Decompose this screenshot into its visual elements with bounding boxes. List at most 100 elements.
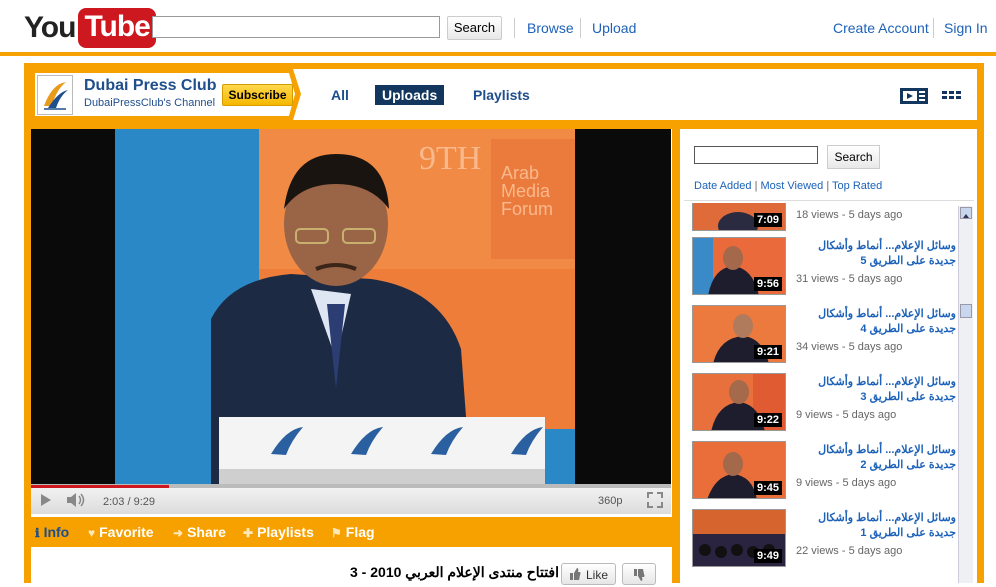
share-tab[interactable]: ➜ Share — [173, 524, 226, 540]
channel-logo-icon[interactable] — [37, 75, 73, 115]
item-title[interactable]: وسائل الإعلام... أنماط وأشكال جديدة على … — [796, 375, 956, 405]
channel-search-input[interactable] — [694, 146, 818, 164]
flag-icon: ⚑ — [331, 526, 342, 540]
video-thumbnail[interactable]: 9:49 — [692, 509, 786, 567]
upload-link[interactable]: Upload — [592, 20, 636, 36]
duration-badge: 9:21 — [753, 345, 782, 359]
item-meta: 34 views - 5 days ago — [796, 341, 903, 353]
favorite-label: Favorite — [99, 524, 154, 540]
item-meta: 18 views - 5 days ago — [796, 209, 903, 221]
scroll-up-icon[interactable] — [960, 207, 972, 219]
search-input[interactable] — [152, 16, 440, 38]
tab-all[interactable]: All — [324, 85, 356, 105]
arrow-icon: ➜ — [173, 526, 184, 540]
video-thumbnail[interactable]: 9:21 — [692, 305, 786, 363]
video-thumbnail[interactable]: 9:56 — [692, 237, 786, 295]
list-item[interactable]: 7:09 18 views - 5 days ago — [692, 203, 956, 235]
scroll-thumb[interactable] — [960, 304, 972, 318]
video-list: 7:09 18 views - 5 days ago 9:56 وسائل ال… — [684, 203, 956, 583]
video-thumbnail[interactable]: 9:22 — [692, 373, 786, 431]
item-title[interactable]: وسائل الإعلام... أنماط وأشكال جديدة على … — [796, 511, 956, 541]
sign-in-link[interactable]: Sign In — [944, 20, 988, 36]
flag-tab[interactable]: ⚑ Flag — [331, 524, 375, 540]
list-scrollbar[interactable] — [958, 206, 973, 583]
list-item[interactable]: 9:45 وسائل الإعلام... أنماط وأشكال جديدة… — [692, 441, 956, 503]
sort-date-added[interactable]: Date Added — [694, 180, 752, 192]
player-controls: 2:03 / 9:29 360p — [31, 484, 671, 514]
masthead-rule — [0, 52, 996, 56]
info-icon: ℹ — [35, 526, 40, 540]
duration-badge: 9:56 — [753, 277, 782, 291]
item-title[interactable]: وسائل الإعلام... أنماط وأشكال جديدة على … — [796, 443, 956, 473]
item-meta: 9 views - 5 days ago — [796, 477, 897, 489]
channel-subtitle: DubaiPressClub's Channel — [84, 97, 216, 109]
progress-bar[interactable] — [31, 485, 671, 488]
pipe: | — [754, 180, 758, 192]
time-display: 2:03 / 9:29 — [103, 496, 155, 508]
divider — [514, 18, 515, 38]
plus-icon: ✚ — [243, 526, 254, 540]
grid-view-icon[interactable] — [940, 86, 970, 106]
duration-badge: 7:09 — [753, 213, 782, 227]
create-account-link[interactable]: Create Account — [833, 20, 929, 36]
divider — [933, 18, 934, 38]
list-item[interactable]: 9:22 وسائل الإعلام... أنماط وأشكال جديدة… — [692, 373, 956, 435]
progress-fill — [31, 485, 170, 488]
sort-top-rated[interactable]: Top Rated — [832, 180, 882, 192]
browse-link[interactable]: Browse — [527, 20, 574, 36]
dislike-button[interactable] — [622, 563, 656, 585]
playlists-label: Playlists — [257, 524, 314, 540]
quality-button[interactable]: 360p — [598, 495, 622, 507]
duration-badge: 9:22 — [753, 413, 782, 427]
volume-icon[interactable] — [65, 491, 87, 514]
subscribe-button[interactable]: Subscribe — [222, 84, 293, 106]
share-label: Share — [187, 524, 226, 540]
item-meta: 22 views - 5 days ago — [796, 545, 903, 557]
player-view-icon[interactable] — [899, 86, 929, 106]
svg-text:Arab: Arab — [501, 163, 539, 183]
favorite-tab[interactable]: ♥ Favorite — [88, 524, 154, 540]
like-label: Like — [586, 568, 609, 582]
list-item[interactable]: 9:21 وسائل الإعلام... أنماط وأشكال جديدة… — [692, 305, 956, 367]
thumbs-up-icon — [569, 567, 581, 584]
info-tab[interactable]: ℹ Info — [35, 524, 69, 540]
duration-badge: 9:49 — [753, 549, 782, 563]
item-meta: 9 views - 5 days ago — [796, 409, 897, 421]
item-meta: 31 views - 5 days ago — [796, 273, 903, 285]
video-thumbnail[interactable]: 7:09 — [692, 203, 786, 231]
pipe: | — [826, 180, 830, 192]
masthead: You Tube Search Browse Upload Create Acc… — [0, 0, 996, 55]
logo-you-text: You — [24, 11, 76, 44]
channel-name[interactable]: Dubai Press Club — [84, 77, 216, 95]
video-thumbnail[interactable]: 9:45 — [692, 441, 786, 499]
svg-text:Forum: Forum — [501, 199, 553, 219]
tab-uploads[interactable]: Uploads — [375, 85, 445, 105]
video-player[interactable]: 9TH Arab Media Forum — [31, 129, 671, 484]
tab-playlists[interactable]: Playlists — [466, 85, 537, 105]
duration-badge: 9:45 — [753, 481, 782, 495]
divider — [580, 18, 581, 38]
fullscreen-icon[interactable] — [646, 491, 664, 514]
list-item[interactable]: 9:56 وسائل الإعلام... أنماط وأشكال جديدة… — [692, 237, 956, 299]
list-item[interactable]: 9:49 وسائل الإعلام... أنماط وأشكال جديدة… — [692, 509, 956, 571]
sort-links: Date Added | Most Viewed | Top Rated — [694, 180, 882, 192]
item-title[interactable]: وسائل الإعلام... أنماط وأشكال جديدة على … — [796, 239, 956, 269]
youtube-logo[interactable]: You Tube — [24, 8, 156, 48]
like-button[interactable]: Like — [561, 563, 616, 585]
sort-most-viewed[interactable]: Most Viewed — [760, 180, 823, 192]
flag-label: Flag — [345, 524, 375, 540]
info-label: Info — [43, 524, 70, 540]
item-title[interactable]: وسائل الإعلام... أنماط وأشكال جديدة على … — [796, 307, 956, 337]
svg-text:9TH: 9TH — [419, 140, 481, 177]
video-title: افتتاح منتدى الإعلام العربي 2010 - 3 — [350, 564, 560, 580]
video-frame: 9TH Arab Media Forum — [31, 129, 671, 484]
play-icon[interactable] — [40, 493, 52, 512]
search-button[interactable]: Search — [447, 16, 502, 40]
thumbs-down-icon — [633, 568, 645, 587]
list-divider — [684, 200, 974, 201]
heart-icon: ♥ — [88, 526, 96, 540]
playlists-tab[interactable]: ✚ Playlists — [243, 524, 314, 540]
svg-text:Media: Media — [501, 181, 551, 201]
logo-tube-text: Tube — [78, 8, 156, 48]
channel-search-button[interactable]: Search — [827, 145, 880, 169]
